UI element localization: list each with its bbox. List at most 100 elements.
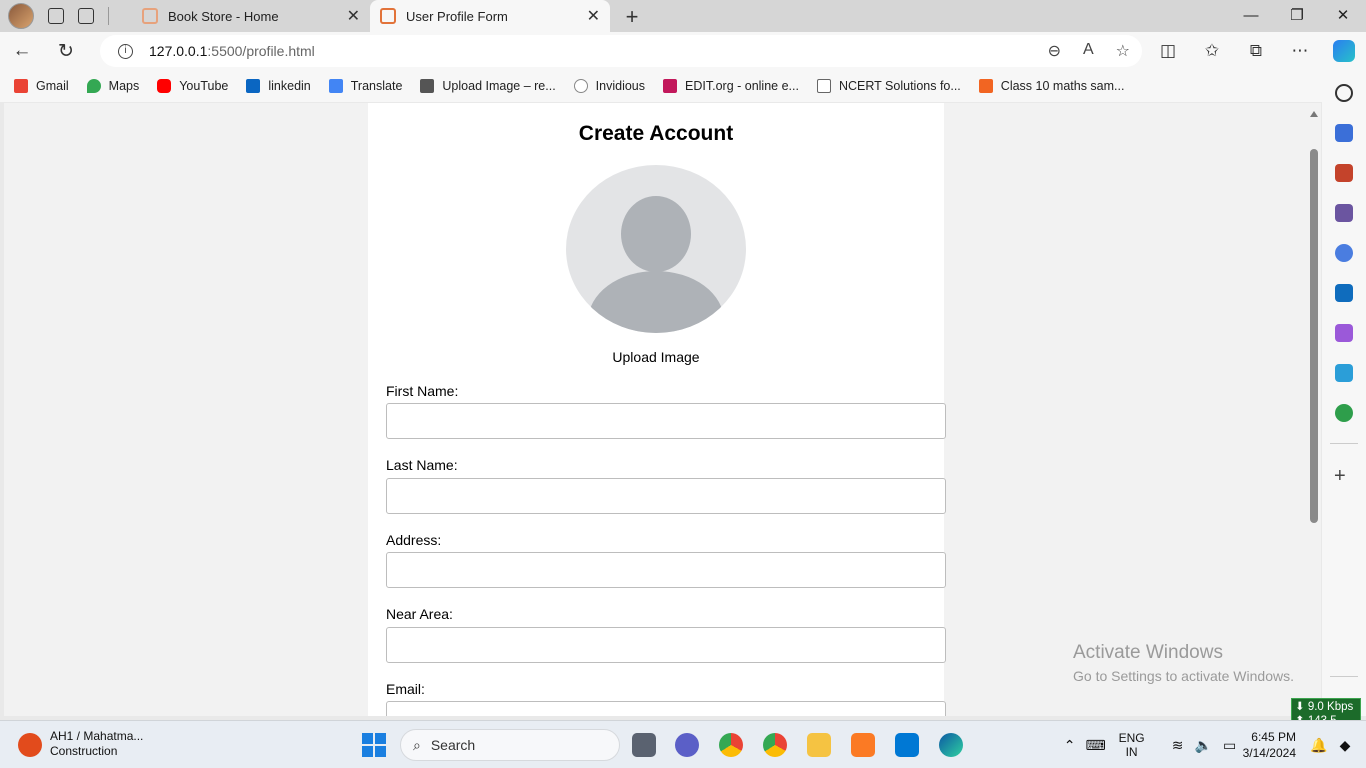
near-area-input[interactable] [386, 627, 946, 663]
address-input[interactable] [386, 552, 946, 588]
weather-title: AH1 / Mahatma... [50, 729, 144, 743]
bookmark-edit-org[interactable]: EDIT.org - online e... [663, 79, 799, 93]
upload-image-label[interactable]: Upload Image [368, 349, 944, 365]
watermark-line1: Activate Windows [1073, 642, 1223, 663]
bookmark-maps[interactable]: Maps [86, 79, 139, 93]
read-aloud-icon[interactable]: A [1083, 41, 1094, 61]
minimize-icon[interactable]: — [1228, 0, 1274, 32]
chrome-profile-icon[interactable] [763, 733, 787, 757]
favorite-star-icon[interactable]: ☆ [1116, 41, 1130, 61]
address-label: Address: [386, 532, 442, 548]
send-icon[interactable] [1335, 364, 1353, 382]
close-tab-icon[interactable]: ✕ [347, 6, 360, 26]
new-tab-icon[interactable]: + [620, 4, 644, 30]
more-menu-icon[interactable]: ⋯ [1278, 41, 1322, 61]
tab-user-profile[interactable]: User Profile Form ✕ [370, 0, 610, 32]
blogger-icon [978, 79, 993, 93]
bookmark-linkedin[interactable]: linkedin [246, 79, 311, 93]
invidious-icon [573, 79, 588, 93]
xampp-icon[interactable] [851, 733, 875, 757]
page-icon [816, 79, 831, 93]
vscode-icon[interactable] [895, 733, 919, 757]
tab-book-store[interactable]: Book Store - Home ✕ [132, 0, 370, 32]
add-sidebar-app-icon[interactable]: + [1334, 465, 1346, 488]
bookmark-invidious[interactable]: Invidious [573, 79, 645, 93]
navigation-bar: ← ↻ i 127.0.0.1:5500/profile.html ⊖ A ☆ … [0, 32, 1366, 70]
zoom-icon[interactable]: ⊖ [1048, 41, 1061, 61]
collections-icon[interactable]: ⧉ [1234, 41, 1278, 61]
linkedin-icon [246, 79, 261, 93]
volume-icon[interactable]: 🔈 [1191, 737, 1217, 754]
tab-actions-icon[interactable] [78, 8, 94, 24]
close-tab-icon[interactable]: ✕ [587, 6, 600, 26]
window-controls: — ❐ ✕ [1228, 0, 1366, 32]
first-name-label: First Name: [386, 383, 459, 399]
restore-icon[interactable]: ❐ [1274, 0, 1320, 32]
weather-widget[interactable]: AH1 / Mahatma... Construction [18, 729, 143, 759]
bookmark-ncert[interactable]: NCERT Solutions fo... [816, 79, 961, 93]
gmail-icon [14, 79, 28, 93]
tree-icon[interactable] [1335, 404, 1353, 422]
battery-icon[interactable]: ▭ [1217, 737, 1243, 754]
close-window-icon[interactable]: ✕ [1320, 0, 1366, 32]
first-name-input[interactable] [386, 403, 946, 439]
wifi-icon[interactable]: ≋ [1165, 737, 1191, 754]
scrollbar-thumb[interactable] [1310, 149, 1318, 523]
refresh-icon[interactable]: ↻ [44, 40, 88, 63]
xampp-favicon-icon [380, 8, 396, 24]
address-bar-actions: ⊖ A ☆ [1048, 41, 1130, 61]
tab-title: Book Store - Home [168, 8, 279, 24]
windows-start-icon[interactable] [362, 733, 386, 757]
system-tray: ⌃ ⌨ ENG IN ≋ 🔈 ▭ 6:45 PM 3/14/2024 🔔 ◆ [1057, 721, 1366, 768]
scroll-up-arrow-icon[interactable] [1310, 111, 1318, 117]
last-name-input[interactable] [386, 478, 946, 514]
site-info-icon[interactable]: i [118, 43, 133, 59]
bookmark-gmail[interactable]: Gmail [14, 79, 69, 93]
edge-sidebar: + [1322, 70, 1366, 716]
copilot-pre-icon[interactable]: ◆ [1332, 737, 1358, 754]
stack-icon [420, 79, 435, 93]
task-view-icon[interactable] [632, 733, 656, 757]
outlook-icon[interactable] [1335, 284, 1353, 302]
notification-bell-icon[interactable]: 🔔 [1306, 737, 1332, 754]
shopping-tag-icon[interactable] [1335, 124, 1353, 142]
workspaces-icon[interactable] [48, 8, 64, 24]
profile-placeholder-icon[interactable] [566, 165, 746, 333]
email-label: Email: [386, 681, 425, 697]
bookmark-translate[interactable]: Translate [328, 79, 403, 93]
tab-strip-icons [0, 0, 132, 32]
search-icon[interactable] [1335, 84, 1353, 102]
edge-icon[interactable] [939, 733, 963, 757]
email-input[interactable] [386, 701, 946, 716]
maps-icon [86, 79, 101, 93]
copilot-hex-icon[interactable] [1335, 244, 1353, 262]
designer-icon[interactable] [1335, 324, 1353, 342]
bookmark-youtube[interactable]: YouTube [157, 79, 228, 93]
chrome-icon[interactable] [719, 733, 743, 757]
file-explorer-icon[interactable] [807, 733, 831, 757]
keyboard-icon[interactable]: ⌨ [1083, 737, 1109, 754]
language-indicator[interactable]: ENG IN [1119, 731, 1145, 759]
xampp-favicon-icon [142, 8, 158, 24]
copilot-icon[interactable] [1333, 40, 1355, 62]
avatar-head [621, 196, 691, 272]
back-icon[interactable]: ← [0, 40, 44, 62]
bookmark-label: Translate [350, 79, 403, 93]
bookmark-class10[interactable]: Class 10 maths sam... [978, 79, 1124, 93]
address-bar[interactable]: i 127.0.0.1:5500/profile.html ⊖ A ☆ [100, 35, 1142, 67]
profile-avatar[interactable] [8, 3, 34, 29]
activate-windows-watermark: Activate Windows Go to Settings to activ… [1073, 642, 1294, 684]
page-scrollbar[interactable] [1307, 103, 1321, 716]
taskbar-search[interactable]: ⌕ Search [400, 729, 620, 761]
tab-separator [108, 7, 109, 25]
games-icon[interactable] [1335, 204, 1353, 222]
tools-icon[interactable] [1335, 164, 1353, 182]
avatar-body [588, 271, 724, 333]
favorites-icon[interactable]: ✩ [1190, 41, 1234, 61]
meet-icon[interactable] [675, 733, 699, 757]
chevron-up-icon[interactable]: ⌃ [1057, 737, 1083, 754]
bookmark-label: EDIT.org - online e... [685, 79, 799, 93]
split-screen-icon[interactable]: ◫ [1146, 41, 1190, 61]
bookmark-upload-image[interactable]: Upload Image – re... [420, 79, 556, 93]
clock[interactable]: 6:45 PM 3/14/2024 [1243, 729, 1296, 761]
